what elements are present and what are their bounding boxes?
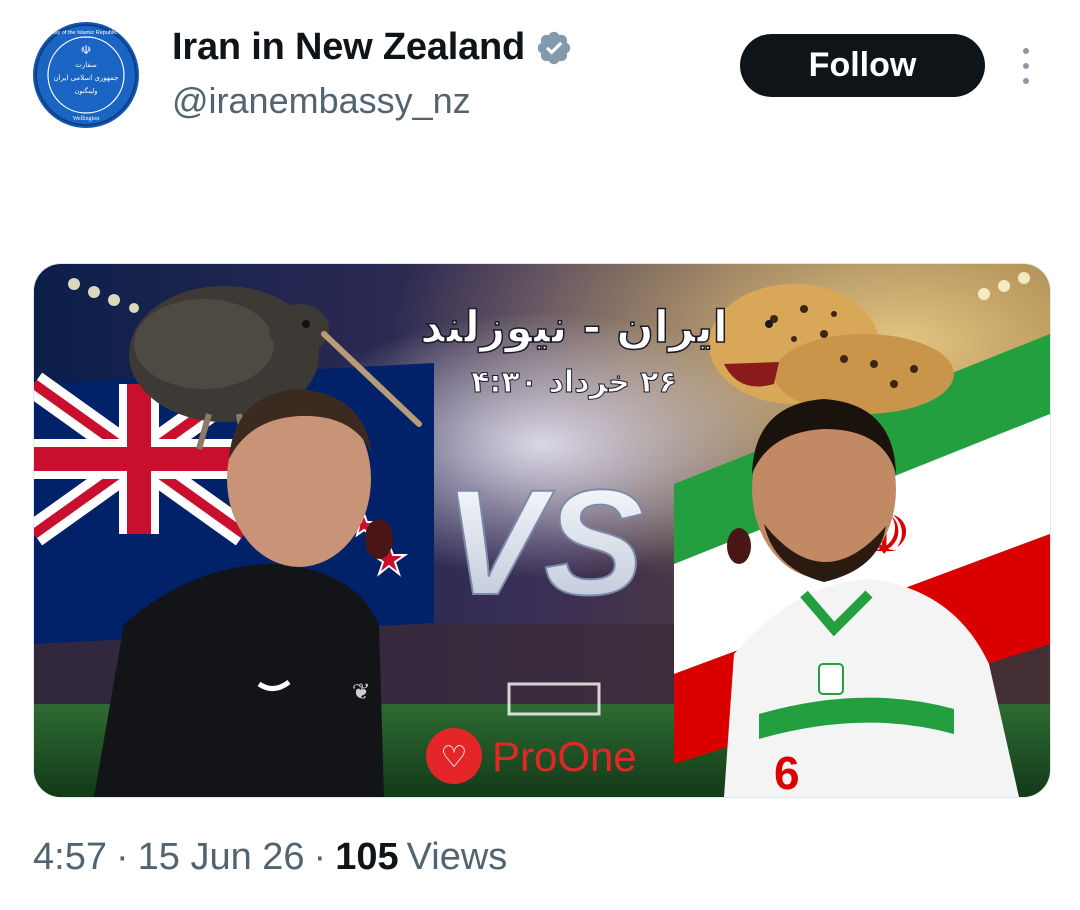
- display-name[interactable]: Iran in New Zealand: [172, 26, 525, 69]
- separator: ·: [313, 836, 327, 878]
- svg-text:♡: ♡: [441, 740, 468, 775]
- versus-text: VS: [444, 458, 644, 626]
- views-label[interactable]: Views: [407, 836, 508, 879]
- all-blacks-fern-icon: ❦: [352, 680, 370, 705]
- match-date: ۲۶ خرداد ۴:۳۰: [471, 365, 677, 400]
- avatar[interactable]: Embassy of the Islamic Republic of Iran …: [33, 22, 139, 128]
- match-title: ایران - نیوزلند: [420, 302, 728, 353]
- tweet-time[interactable]: 4:57: [33, 836, 107, 879]
- avatar-ring-text: Embassy of the Islamic Republic of Iran: [38, 30, 135, 36]
- iran-crest-icon: [818, 663, 844, 695]
- tweet-image[interactable]: ☫: [33, 263, 1051, 798]
- verified-badge-icon: [537, 31, 571, 64]
- handle[interactable]: @iranembassy_nz: [172, 80, 471, 122]
- more-options-icon[interactable]: [1012, 44, 1040, 88]
- follow-button[interactable]: Follow: [740, 34, 985, 97]
- brand-name: ProOne: [492, 733, 637, 780]
- tweet-date[interactable]: 15 Jun 26: [138, 836, 305, 879]
- jersey-number: 6: [774, 747, 800, 797]
- separator: ·: [115, 836, 129, 878]
- tweet-meta: 4:57 · 15 Jun 26 · 105 Views: [33, 836, 507, 879]
- avatar-emblem: ☫: [81, 43, 92, 57]
- views-count[interactable]: 105: [335, 836, 398, 879]
- avatar-center-line3: ولینگتون: [75, 87, 98, 95]
- avatar-bottom-text: Wellington: [73, 116, 100, 122]
- author-name-row: Iran in New Zealand: [172, 26, 573, 69]
- avatar-center-line1: سفارت: [75, 61, 97, 69]
- avatar-center-line2: جمهوری اسلامی ایران: [54, 74, 119, 82]
